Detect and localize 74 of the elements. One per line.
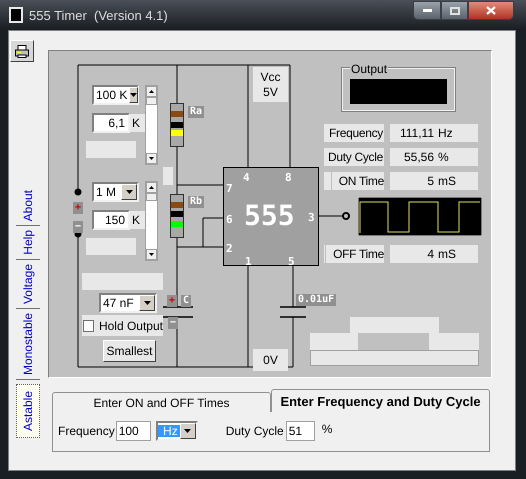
- ground-label: 0V: [253, 349, 288, 371]
- window-title: 555 Timer (Version 4.1): [29, 7, 168, 25]
- pin-number: 1: [245, 254, 252, 270]
- reading-unit: mS: [437, 172, 478, 190]
- reading-label: Frequency: [324, 124, 384, 142]
- caret-icon: [184, 429, 192, 433]
- chip-label: 555: [244, 200, 295, 232]
- maximize-button[interactable]: [441, 1, 468, 20]
- slider-track[interactable]: [145, 181, 158, 261]
- resistor-label: Ra: [188, 106, 204, 118]
- minimize-button[interactable]: [413, 1, 441, 20]
- blank-label: [86, 141, 136, 158]
- close-button[interactable]: [468, 1, 514, 20]
- value-dropdown[interactable]: 100 K: [92, 85, 139, 105]
- unit-label: K: [130, 114, 145, 132]
- capacitor-value: 0.01uF: [296, 294, 336, 306]
- duty-cycle-label: Duty Cycle: [226, 423, 284, 440]
- pin-number: 2: [226, 241, 233, 257]
- unit-label: K: [130, 211, 145, 229]
- reading-unit: %: [437, 148, 478, 166]
- reading-value: 111,11: [390, 124, 437, 142]
- blank-label: [324, 172, 331, 190]
- capacitor-label: C: [181, 295, 192, 307]
- supply-voltage: 5V: [263, 84, 278, 100]
- print-button[interactable]: [10, 40, 34, 62]
- frequency-field[interactable]: 100: [116, 421, 151, 441]
- side-tab[interactable]: Astable: [16, 384, 40, 438]
- reading-label: ON Time: [332, 172, 384, 190]
- printer-icon: [15, 44, 29, 58]
- slider-thumb[interactable]: [146, 97, 157, 105]
- value-dropdown[interactable]: 47 nF: [99, 293, 157, 313]
- maximize-icon: [450, 6, 460, 14]
- reading-unit: mS: [437, 245, 478, 263]
- reading-unit: Hz: [437, 124, 478, 142]
- blank-label: [86, 238, 136, 255]
- pin-number: 8: [285, 170, 292, 186]
- frequency-label: Frequency: [58, 423, 115, 440]
- slider-track[interactable]: [145, 85, 158, 165]
- plus-mark: +: [167, 295, 178, 307]
- smallest-button[interactable]: Smallest: [103, 340, 156, 362]
- reading-value: 55,56: [390, 148, 437, 166]
- minimize-icon: [422, 9, 432, 12]
- pin-number: 6: [226, 212, 233, 228]
- plus-mark: +: [73, 202, 84, 214]
- output-title: Output: [350, 62, 388, 76]
- supply-name: Vcc: [260, 70, 280, 84]
- minus-mark: −: [168, 317, 178, 329]
- reading-label: Duty Cycle: [324, 148, 384, 166]
- resistor-drawing: [170, 194, 184, 238]
- percent-unit: %: [322, 421, 332, 438]
- pin-number: 7: [226, 181, 233, 197]
- resistance-field[interactable]: 150: [92, 210, 130, 230]
- resistor-drawing: [170, 103, 184, 147]
- caret-icon: [144, 301, 150, 305]
- pin-number: 5: [288, 254, 295, 270]
- caret-icon: [130, 93, 138, 97]
- app-icon: [9, 7, 23, 23]
- reading-value: 4: [390, 245, 437, 263]
- resistance-field[interactable]: 6,1: [92, 113, 130, 133]
- reading-label: OFF Time: [326, 245, 384, 263]
- blank-label: [163, 167, 173, 185]
- caret-icon: [126, 190, 132, 194]
- value-dropdown[interactable]: 1 M: [92, 182, 139, 202]
- close-icon: [486, 6, 496, 15]
- resistor-label: Rb: [188, 196, 204, 208]
- mode-tab[interactable]: Enter ON and OFF Times: [52, 392, 271, 413]
- mode-tab[interactable]: Enter Frequency and Duty Cycle: [271, 389, 490, 413]
- pin-number: 3: [308, 210, 315, 226]
- hold-output-checkbox[interactable]: Hold Output: [82, 315, 163, 336]
- pin-number: 4: [243, 170, 250, 186]
- slider-thumb[interactable]: [146, 193, 157, 201]
- minus-mark: −: [73, 221, 84, 233]
- duty-cycle-field[interactable]: 51: [286, 421, 315, 441]
- reading-value: 5: [390, 172, 437, 190]
